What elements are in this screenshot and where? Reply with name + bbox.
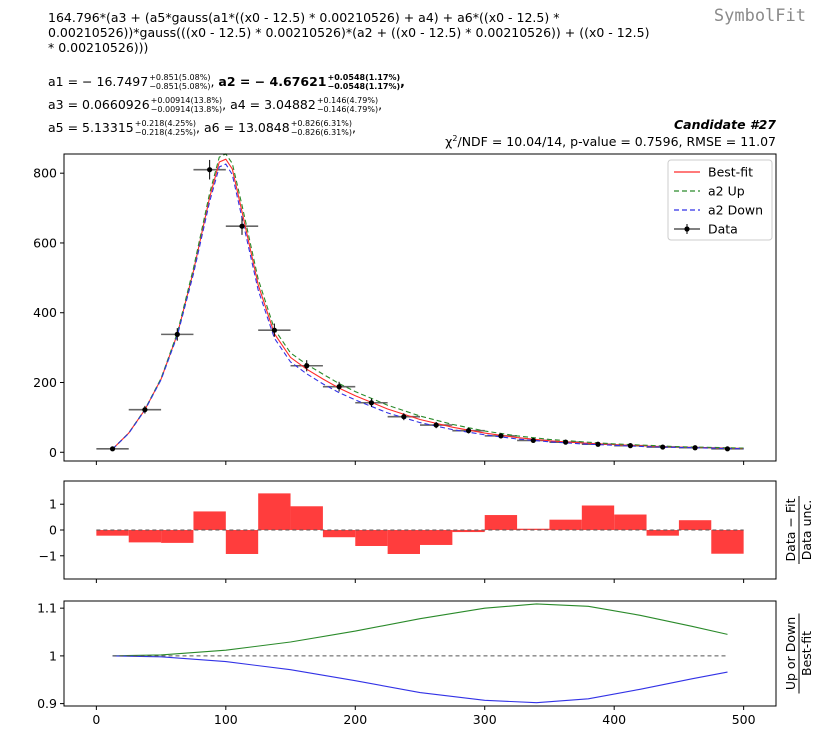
data-point	[563, 439, 569, 445]
data-point	[724, 446, 731, 452]
y-tick-label: 200	[33, 375, 57, 390]
data-point	[465, 428, 472, 434]
residual-bar	[646, 530, 679, 536]
legend-label: Best-fit	[708, 165, 753, 180]
data-point	[174, 331, 180, 337]
residual-bar	[387, 530, 420, 554]
x-tick-label: 100	[214, 712, 238, 727]
ratio-line-down	[112, 655, 728, 704]
residual-bar	[193, 511, 226, 530]
ratio-ylabel-denominator: Best-fit	[799, 631, 814, 676]
y-tick-label: 0	[49, 445, 57, 460]
y-tick-label: 1	[49, 648, 57, 663]
legend-label: Data	[708, 222, 738, 237]
residual-ylabel: Data − Fit Data unc.	[783, 496, 814, 564]
data-point	[336, 384, 342, 390]
y-tick-label: 1	[49, 497, 57, 512]
residual-bar	[225, 530, 259, 554]
residual-bar	[258, 493, 291, 530]
data-point	[692, 445, 698, 451]
residual-bar	[581, 505, 615, 530]
residual-ylabel-denominator: Data unc.	[799, 500, 814, 561]
data-point	[401, 414, 407, 420]
legend-label: a2 Down	[708, 203, 763, 218]
legend-swatch	[684, 226, 690, 232]
y-tick-label: 0	[49, 523, 57, 538]
y-tick-label: 400	[33, 305, 57, 320]
x-tick-label: 200	[343, 712, 367, 727]
residual-ylabel-numerator: Data − Fit	[783, 498, 798, 561]
residual-bar	[290, 506, 323, 530]
data-point	[142, 407, 148, 413]
residual-bar	[96, 530, 129, 536]
residual-bar	[355, 530, 388, 546]
data-point	[530, 437, 536, 444]
y-tick-label: 1.1	[37, 601, 57, 616]
y-tick-label: 0.9	[37, 696, 57, 711]
x-tick-label: 400	[602, 712, 626, 727]
legend-label: a2 Up	[708, 184, 745, 199]
residual-bar	[614, 514, 647, 530]
data-point	[660, 444, 666, 450]
data-point	[433, 422, 439, 428]
residual-bar	[711, 530, 744, 554]
y-tick-label: −1	[39, 548, 57, 563]
x-tick-label: 0	[92, 712, 100, 727]
data-point	[207, 167, 213, 173]
y-tick-label: 800	[33, 166, 57, 181]
data-point	[304, 363, 310, 369]
residual-bar	[420, 530, 453, 545]
data-point	[271, 327, 277, 333]
residual-bar	[484, 515, 518, 530]
data-point	[498, 433, 504, 439]
data-point	[368, 400, 375, 406]
residual-bar	[161, 530, 194, 543]
chart-svg: 0 200 400 600 800 Best-fit a2 Up a2 Down Data −1 0…	[33, 153, 814, 727]
data-point	[109, 446, 116, 452]
residual-bar	[128, 530, 162, 543]
data-point	[239, 223, 245, 229]
residual-bar	[678, 520, 712, 530]
x-tick-label: 500	[732, 712, 756, 727]
data-point	[595, 441, 601, 447]
ratio-ylabel-numerator: Up or Down	[783, 617, 798, 690]
y-tick-label: 600	[33, 235, 57, 250]
x-tick-label: 300	[473, 712, 497, 727]
fit-line-a2-up	[112, 153, 744, 450]
residual-bar	[322, 530, 356, 538]
ratio-plot-frame	[63, 600, 777, 707]
residual-bar	[549, 519, 582, 530]
ratio-ylabel: Up or Down Best-fit	[783, 613, 814, 694]
ratio-line-up	[112, 603, 728, 657]
data-point	[627, 443, 633, 449]
